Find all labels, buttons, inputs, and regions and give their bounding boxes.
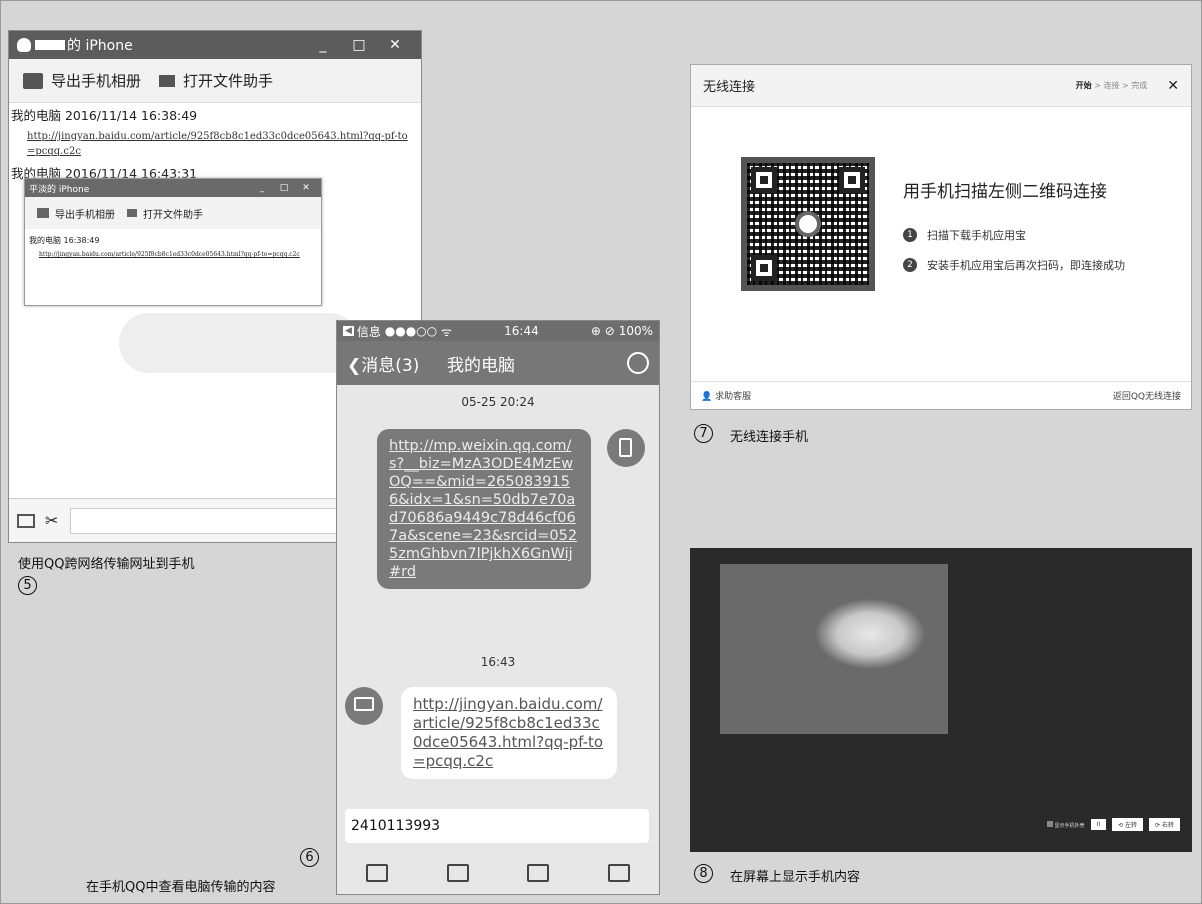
message-input[interactable]: 2410113993 [345, 809, 649, 843]
status-bar: ◀ 信息 ●●●○○ ᯤ 16:44 ⊕ ⊘ 100% [337, 321, 659, 341]
back-button[interactable]: ❮消息(3) [347, 351, 447, 376]
close-button[interactable]: ✕ [1167, 78, 1179, 94]
figure-number-5: 5 [18, 576, 37, 595]
caption-5: 使用QQ跨网络传输网址到手机 [18, 557, 195, 572]
step-2: 2 安装手机应用宝后再次扫码，即连接成功 [903, 257, 1125, 273]
pause-button[interactable]: II [1090, 819, 1107, 830]
step-done: 完成 [1131, 81, 1148, 90]
inner-export-album: 导出手机相册 [55, 209, 115, 221]
background-decoration [119, 313, 359, 373]
qr-code [741, 157, 875, 291]
inner-titlebar: 平淡的 iPhone _ □ ✕ [25, 179, 321, 197]
computer-avatar [345, 687, 383, 725]
folder-icon [159, 74, 176, 87]
step-indicator: 开始 > 连接 > 完成 [1075, 81, 1148, 90]
image-icon[interactable] [366, 864, 389, 882]
album-export-icon [37, 208, 49, 218]
wifi-icon: ᯤ [440, 324, 452, 339]
help-link[interactable]: 👤 求助客服 [701, 389, 1113, 402]
figure-number-6: 6 [300, 848, 319, 867]
dialog-header: 无线连接 开始 > 连接 > 完成 ✕ [691, 65, 1191, 107]
window-title: 的 iPhone [67, 38, 133, 54]
nav-bar: ❮消息(3) 我的电脑 [337, 341, 659, 385]
close-button[interactable]: ✕ [377, 37, 413, 53]
message-link[interactable]: http://jingyan.baidu.com/article/925f8cb… [9, 129, 409, 159]
phone-screenshot: ◀ 信息 ●●●○○ ᯤ 16:44 ⊕ ⊘ 100% ❮消息(3) 我的电脑 … [336, 320, 660, 895]
inner-message-link: http://jingyan.baidu.com/article/925f8cb… [39, 251, 300, 258]
dialog-footer: 👤 求助客服 返回QQ无线连接 [691, 381, 1191, 409]
minimize-button[interactable]: _ [305, 37, 341, 53]
inner-maximize-button: □ [279, 183, 289, 193]
step-start: 开始 [1075, 81, 1092, 90]
folder-icon[interactable] [17, 513, 35, 528]
qr-finder [751, 255, 777, 281]
qr-finder [751, 167, 777, 193]
computer-icon[interactable] [607, 864, 630, 882]
figure-number-8: 8 [694, 864, 713, 883]
inner-message-sender: 我的电脑 16:38:49 [29, 236, 100, 245]
step-1-text: 扫描下载手机应用宝 [927, 229, 1026, 242]
signal-icon: ●●●○○ [384, 324, 438, 338]
app-logo-icon [795, 211, 821, 237]
inner-window-title: 平淡的 iPhone [29, 184, 90, 195]
open-file-assistant-button[interactable]: 打开文件助手 [183, 70, 273, 91]
folder-icon [127, 209, 137, 217]
inner-open-assistant: 打开文件助手 [143, 209, 203, 221]
phone-device-icon [619, 438, 632, 457]
phone-mirror-screen: 显示手机外壳 II ⟲ 左转 ⟳ 右转 [690, 548, 1192, 852]
mirror-controls: 显示手机外壳 II ⟲ 左转 ⟳ 右转 [1046, 818, 1180, 831]
album-export-icon [23, 72, 43, 89]
user-icon[interactable] [627, 352, 649, 374]
inner-close-button: ✕ [302, 183, 310, 193]
caption-8: 在屏幕上显示手机内容 [730, 870, 861, 885]
phone-avatar [607, 429, 645, 467]
caption-6: 在手机QQ中查看电脑传输的内容 [86, 880, 276, 895]
figure-number-7: 7 [694, 424, 713, 443]
monitor-icon [354, 697, 374, 711]
incoming-message-bubble[interactable]: http://jingyan.baidu.com/article/925f8cb… [401, 687, 617, 779]
rotate-right-button[interactable]: ⟳ 右转 [1149, 818, 1180, 831]
message-sender: 我的电脑 2016/11/14 16:38:49 [11, 108, 198, 123]
message-list: 我的电脑 2016/11/14 16:38:49 http://jingyan.… [9, 103, 421, 183]
scissors-icon[interactable]: ✂ [45, 511, 58, 530]
caption-7: 无线连接手机 [730, 430, 809, 445]
back-to-app[interactable]: ◀ [343, 326, 354, 336]
maximize-button[interactable]: □ [341, 37, 377, 53]
camera-icon[interactable] [446, 864, 469, 882]
status-time: 16:44 [504, 324, 539, 338]
back-to-qq-wireless-link[interactable]: 返回QQ无线连接 [1113, 389, 1181, 402]
status-back-label: 信息 [356, 324, 381, 339]
mirrored-photo [720, 564, 948, 734]
step-2-text: 安装手机应用宝后再次扫码，即连接成功 [927, 259, 1125, 272]
window-titlebar: 的 iPhone _ □ ✕ [9, 31, 421, 59]
battery-level: 100% [618, 324, 653, 338]
step-1: 1 扫描下载手机应用宝 [903, 227, 1026, 243]
wireless-connect-dialog: 无线连接 开始 > 连接 > 完成 ✕ 用手机扫描左侧二维码连接 1 扫描下载手机… [690, 64, 1192, 410]
input-toolbar [337, 851, 659, 894]
dialog-title: 无线连接 [703, 80, 756, 95]
show-frame-toggle[interactable]: 显示手机外壳 [1046, 820, 1085, 829]
qr-finder [839, 167, 865, 193]
chat-title: 我的电脑 [447, 355, 515, 376]
inner-minimize-button: _ [259, 183, 265, 193]
embedded-screenshot-window: 平淡的 iPhone _ □ ✕ 导出手机相册 打开文件助手 我的电脑 16:3… [24, 178, 322, 306]
outgoing-message-bubble[interactable]: http://mp.weixin.qq.com/s?__biz=MzA3ODE4… [377, 429, 591, 589]
step-connect: 连接 [1103, 81, 1120, 90]
qq-penguin-icon [17, 38, 31, 52]
folder-icon[interactable] [527, 864, 550, 882]
rotate-left-button[interactable]: ⟲ 左转 [1112, 818, 1144, 831]
redacted-name [35, 40, 65, 50]
timestamp: 05-25 20:24 [461, 395, 535, 409]
inner-toolbar: 导出手机相册 打开文件助手 [25, 197, 321, 229]
timestamp: 16:43 [480, 655, 516, 669]
export-album-button[interactable]: 导出手机相册 [51, 70, 141, 91]
status-icons: ⊕ ⊘ [590, 324, 615, 338]
chat-toolbar: 导出手机相册 打开文件助手 [9, 59, 421, 103]
scan-heading: 用手机扫描左侧二维码连接 [903, 182, 1107, 202]
